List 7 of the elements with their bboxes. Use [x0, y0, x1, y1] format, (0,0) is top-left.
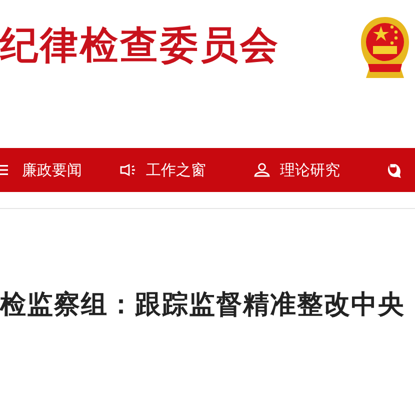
nav-link[interactable]: 理论研究 — [280, 160, 340, 180]
speaker-icon[interactable] — [120, 163, 136, 177]
nav-link[interactable]: 工作之窗 — [146, 160, 206, 180]
nav-link[interactable]: 廉政要闻 — [22, 160, 82, 180]
person-icon[interactable] — [254, 163, 270, 177]
emblem-logo — [360, 16, 410, 80]
menu-icon[interactable] — [0, 164, 8, 176]
